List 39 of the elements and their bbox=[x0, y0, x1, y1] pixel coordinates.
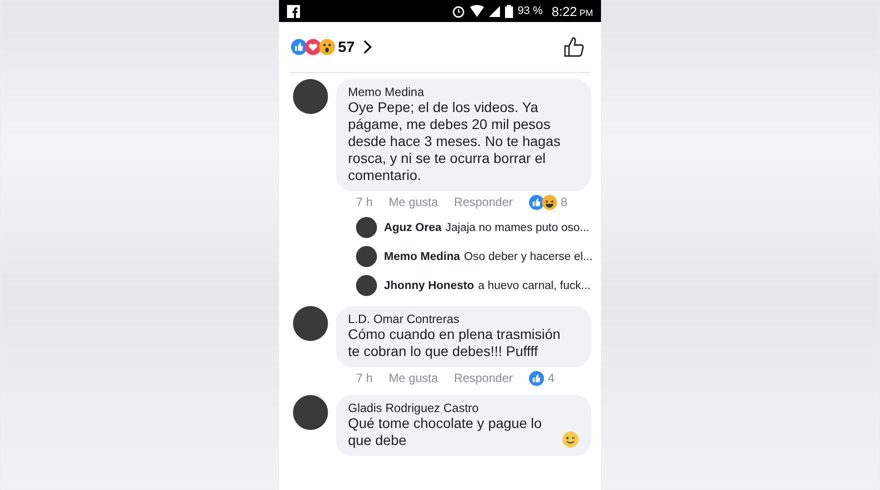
avatar[interactable] bbox=[293, 306, 328, 341]
wifi-icon bbox=[470, 5, 484, 17]
reply-preview: Oso deber y hacerse el... bbox=[464, 250, 593, 262]
comment-time: 7 h bbox=[356, 195, 373, 209]
chevron-right-icon[interactable] bbox=[362, 40, 372, 54]
reactions-summary[interactable]: 57 bbox=[291, 38, 355, 56]
like-icon[interactable] bbox=[563, 36, 585, 58]
app-logo-icon bbox=[287, 4, 300, 18]
avatar[interactable] bbox=[293, 79, 328, 114]
reply-author[interactable]: Aguz Orea bbox=[384, 222, 442, 234]
surprised-reaction-icon bbox=[319, 39, 335, 55]
signal-icon bbox=[488, 6, 500, 16]
reply-author[interactable]: Memo Medina bbox=[384, 250, 460, 262]
avatar[interactable] bbox=[356, 217, 377, 238]
laughing-reaction-icon bbox=[542, 194, 557, 210]
comment-time: 7 h bbox=[356, 371, 373, 385]
heart-reaction-icon bbox=[305, 39, 321, 55]
reaction-count: 8 bbox=[560, 195, 568, 209]
avatar[interactable] bbox=[356, 275, 377, 296]
reply-preview: Jajaja no mames puto oso... bbox=[446, 222, 590, 234]
comment-author[interactable]: L.D. Omar Contreras bbox=[348, 312, 579, 326]
alarm-icon bbox=[452, 4, 465, 18]
like-reaction-icon bbox=[528, 194, 544, 210]
reaction-count: 4 bbox=[548, 371, 554, 385]
reply-author[interactable]: Jhonny Honesto bbox=[384, 280, 474, 292]
winking-emoji-icon bbox=[562, 431, 579, 448]
battery-percentage: 93 % bbox=[518, 5, 543, 17]
avatar[interactable] bbox=[356, 246, 377, 267]
comment-author[interactable]: Gladis Rodriguez Castro bbox=[348, 401, 579, 415]
avatar[interactable] bbox=[293, 395, 328, 430]
comment-text: Cómo cuando en plena trasmisión te cobran lo que debes!!! Puffff bbox=[348, 326, 562, 360]
like-reaction-icon bbox=[528, 370, 544, 386]
comment-text: Oye Pepe; el de los videos. Ya págame, me debes 20 mil pesos desde hace 3 meses. No te hagas rosca, y ni se te ocurra borrar el comentario. bbox=[348, 99, 562, 184]
battery-icon bbox=[504, 4, 513, 18]
reply-preview: a huevo carnal, fuck... bbox=[478, 280, 591, 292]
comment-author[interactable]: Memo Medina bbox=[348, 85, 579, 99]
like-reaction-icon bbox=[291, 39, 307, 55]
clock: 8:22 PM bbox=[552, 4, 593, 18]
comment-text: Qué tome chocolate y pague lo que debe bbox=[348, 415, 543, 449]
